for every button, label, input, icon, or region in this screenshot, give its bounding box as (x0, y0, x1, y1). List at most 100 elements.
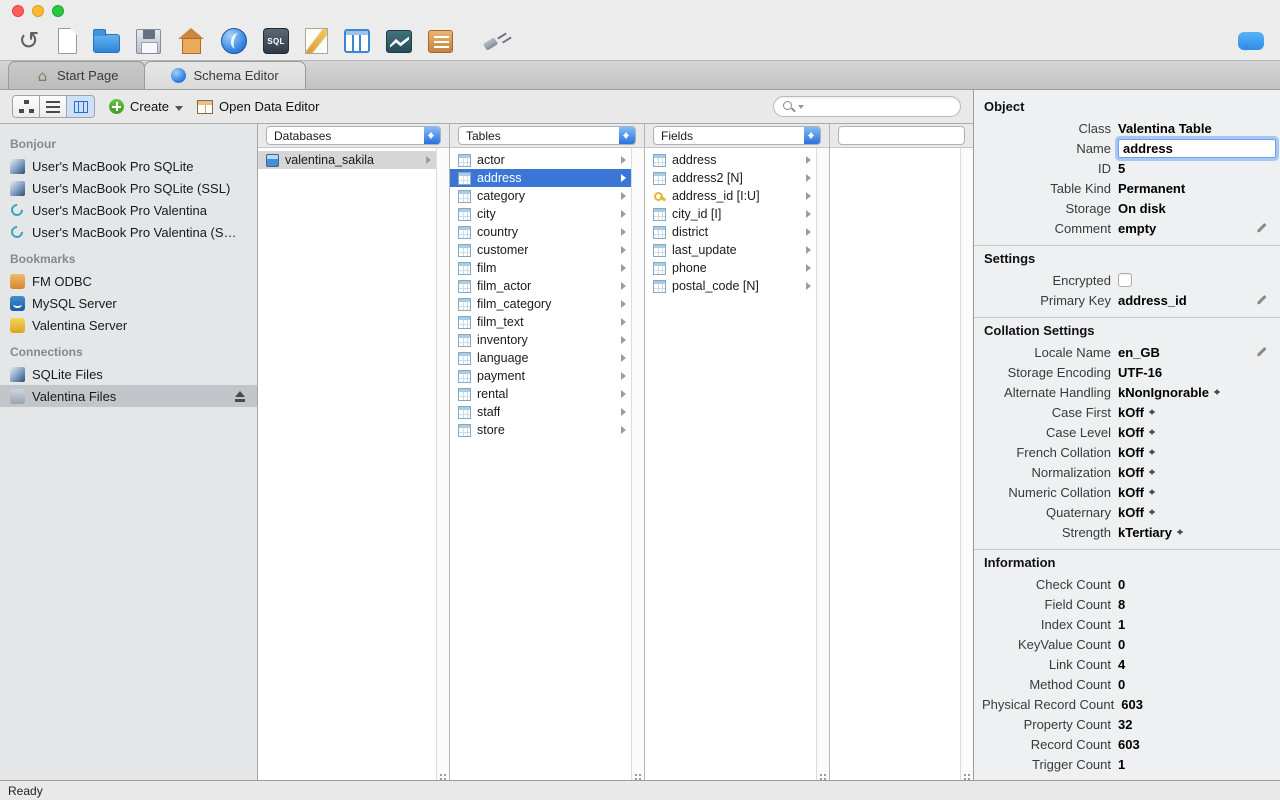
field-item-phone[interactable]: phone (645, 259, 816, 277)
columns-view-button[interactable] (67, 96, 94, 117)
new-document-icon[interactable] (58, 28, 77, 54)
connect-to-database-icon[interactable] (481, 27, 509, 55)
report-editor-icon[interactable] (428, 29, 453, 53)
vserver-icon (10, 317, 25, 333)
column-filter-tables[interactable]: Tables (458, 126, 636, 145)
table-item-inventory[interactable]: inventory (450, 331, 631, 349)
undo-icon[interactable] (16, 27, 42, 55)
table-item-actor[interactable]: actor (450, 151, 631, 169)
table-item-film-text[interactable]: film_text (450, 313, 631, 331)
column-filter-fields[interactable]: Fields (653, 126, 821, 145)
tab-schema-editor[interactable]: Schema Editor (144, 61, 306, 89)
table-item-customer[interactable]: customer (450, 241, 631, 259)
dropdown-stepper-icon[interactable] (1148, 446, 1157, 458)
zoom-button[interactable] (52, 5, 64, 17)
create-button[interactable]: Create (109, 99, 184, 115)
save-icon[interactable] (136, 28, 161, 54)
tree-view-button[interactable] (13, 96, 40, 117)
column-filter-databases[interactable]: Databases (266, 126, 441, 145)
sqlite-icon (10, 180, 25, 196)
field-item-address-id-i-u[interactable]: address_id [I:U] (645, 187, 816, 205)
table-item-film[interactable]: film (450, 259, 631, 277)
sidebar-item-user-s-macbook-pro-sqlite[interactable]: User's MacBook Pro SQLite (0, 155, 257, 177)
disclosure-arrow-icon (621, 372, 626, 380)
table-item-city[interactable]: city (450, 205, 631, 223)
resize-grip-icon[interactable] (635, 774, 637, 776)
field-item-address2-n[interactable]: address2 [N] (645, 169, 816, 187)
table-item-film-actor[interactable]: film_actor (450, 277, 631, 295)
sidebar-item-valentina-files[interactable]: Valentina Files (0, 385, 257, 407)
list-view-button[interactable] (40, 96, 67, 117)
open-data-editor-button[interactable]: Open Data Editor (197, 99, 319, 114)
property-row-encrypted: Encrypted (980, 270, 1272, 290)
diagram-icon[interactable] (305, 28, 328, 54)
resize-grip-icon[interactable] (820, 774, 822, 776)
encrypted-checkbox[interactable] (1118, 273, 1132, 287)
resize-grip-icon[interactable] (964, 774, 966, 776)
sidebar-item-user-s-macbook-pro-valentina-s[interactable]: User's MacBook Pro Valentina (S… (0, 221, 257, 243)
table-item-store[interactable]: store (450, 421, 631, 439)
table-item-film-category[interactable]: film_category (450, 295, 631, 313)
resize-grip-icon[interactable] (440, 774, 442, 776)
name-input[interactable] (1118, 138, 1276, 158)
dropdown-stepper-icon[interactable] (1148, 486, 1157, 498)
field-item-address[interactable]: address (645, 151, 816, 169)
table-item-staff[interactable]: staff (450, 403, 631, 421)
scrollbar-track[interactable] (816, 148, 829, 780)
field-item-last-update[interactable]: last_update (645, 241, 816, 259)
dropdown-stepper-icon[interactable] (1148, 506, 1157, 518)
section-title-settings: Settings (984, 251, 1036, 266)
edit-pencil-icon[interactable] (1254, 293, 1268, 307)
edit-pencil-icon[interactable] (1254, 221, 1268, 235)
table-item-language[interactable]: language (450, 349, 631, 367)
table-item-country[interactable]: country (450, 223, 631, 241)
close-button[interactable] (12, 5, 24, 17)
valentina-home-icon[interactable] (221, 28, 247, 54)
schema-editor-tab-icon (171, 68, 187, 83)
dropdown-stepper-icon[interactable] (1213, 386, 1222, 398)
table-item-rental[interactable]: rental (450, 385, 631, 403)
tab-start-page[interactable]: Start Page (8, 61, 146, 89)
sidebar-item-sqlite-files[interactable]: SQLite Files (0, 363, 257, 385)
stepper-icon (619, 127, 635, 144)
table-item-payment[interactable]: payment (450, 367, 631, 385)
scrollbar-track[interactable] (436, 148, 449, 780)
sidebar-item-valentina-server[interactable]: Valentina Server (0, 314, 257, 336)
open-folder-icon[interactable] (93, 28, 120, 53)
sidebar-item-mysql-server[interactable]: MySQL Server (0, 292, 257, 314)
sidebar-item-fm-odbc[interactable]: FM ODBC (0, 270, 257, 292)
edit-pencil-icon[interactable] (1254, 345, 1268, 359)
schema-editor-icon[interactable] (344, 29, 370, 53)
dropdown-stepper-icon[interactable] (1148, 466, 1157, 478)
table-item-address[interactable]: address (450, 169, 631, 187)
field-item-postal-code-n[interactable]: postal_code [N] (645, 277, 816, 295)
sidebar-item-label: Valentina Server (32, 317, 128, 333)
database-item-valentina-sakila[interactable]: valentina_sakila (258, 151, 436, 169)
start-page-icon[interactable] (177, 28, 205, 54)
sidebar-item-label: User's MacBook Pro Valentina (S… (32, 224, 237, 240)
property-label: Table Kind (1050, 180, 1111, 196)
search-field[interactable] (773, 96, 961, 117)
minimize-button[interactable] (32, 5, 44, 17)
search-icon (782, 100, 796, 114)
open-data-editor-label: Open Data Editor (219, 99, 320, 114)
sidebar-item-user-s-macbook-pro-valentina[interactable]: User's MacBook Pro Valentina (0, 199, 257, 221)
dropdown-stepper-icon[interactable] (1148, 406, 1157, 418)
disclosure-arrow-icon (621, 156, 626, 164)
sidebar-item-user-s-macbook-pro-sqlite-ssl[interactable]: User's MacBook Pro SQLite (SSL) (0, 177, 257, 199)
table-item-category[interactable]: category (450, 187, 631, 205)
scrollbar-track[interactable] (631, 148, 644, 780)
dropdown-stepper-icon[interactable] (1176, 526, 1185, 538)
property-value: 32 (1118, 716, 1133, 732)
sql-editor-icon[interactable] (263, 28, 289, 54)
feedback-icon[interactable] (1238, 32, 1264, 51)
field-item-city-id-i[interactable]: city_id [I] (645, 205, 816, 223)
server-admin-icon[interactable] (386, 29, 412, 53)
field-item-district[interactable]: district (645, 223, 816, 241)
property-label: Property Count (1023, 716, 1111, 732)
eject-icon[interactable] (234, 390, 247, 402)
search-input[interactable] (806, 99, 952, 114)
dropdown-stepper-icon[interactable] (1148, 426, 1157, 438)
create-plus-icon (109, 99, 124, 114)
scrollbar-track[interactable] (960, 148, 973, 780)
